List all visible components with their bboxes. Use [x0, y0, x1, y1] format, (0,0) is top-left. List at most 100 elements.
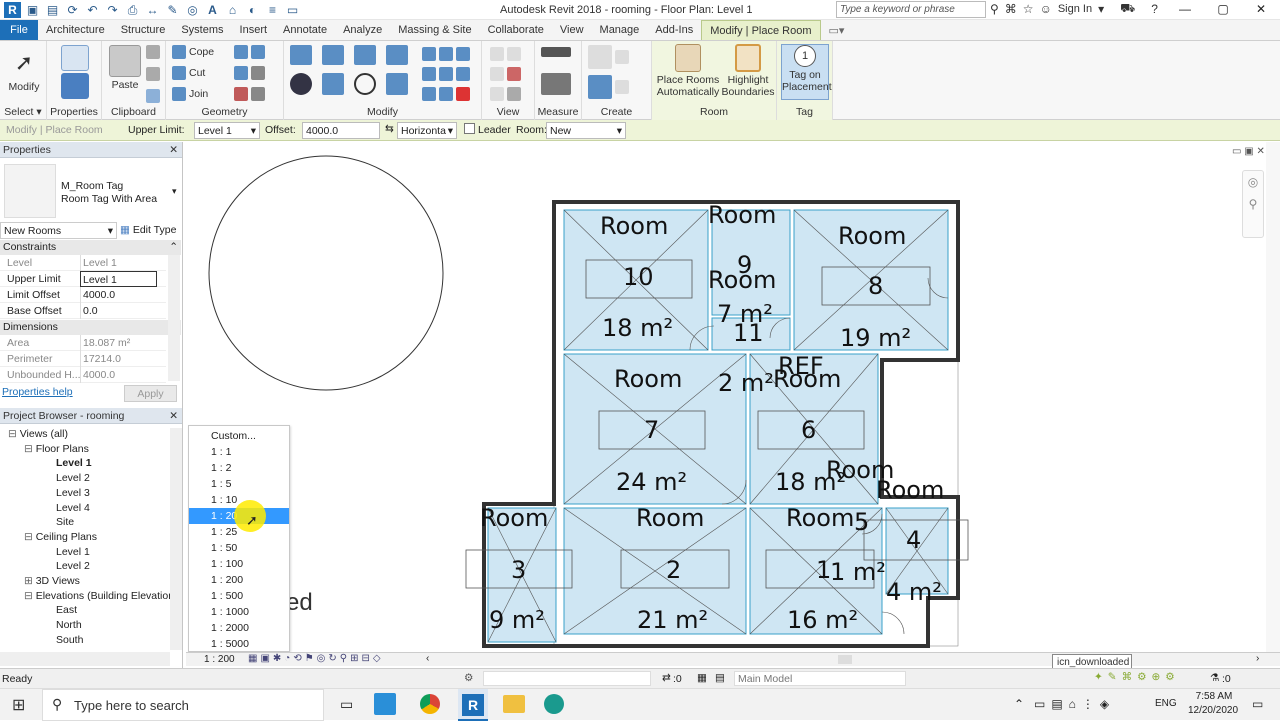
design-options-icon[interactable]: ▦ [697, 672, 707, 684]
worksets-icon[interactable]: ⚙ [464, 672, 473, 684]
view-close-icon[interactable]: ✕ [1256, 146, 1264, 157]
print-icon[interactable]: ⎙ [124, 2, 141, 18]
upper-limit-field[interactable]: Level 1 [80, 271, 157, 287]
array-icon[interactable] [422, 67, 470, 81]
tree-item[interactable]: Level 3 [56, 487, 90, 499]
star-icon[interactable]: ☆ [1023, 2, 1034, 16]
mirror-draw-icon[interactable] [386, 45, 408, 65]
tab-manage[interactable]: Manage [592, 20, 648, 40]
dimensions-group[interactable]: Dimensions⌃ [0, 320, 181, 335]
tree-item[interactable]: Level 4 [56, 502, 90, 514]
tag-on-placement-button[interactable]: 1 Tag on Placement [781, 44, 832, 100]
align-icon[interactable] [290, 45, 312, 65]
rotate-icon[interactable] [354, 73, 376, 95]
linework-icon[interactable] [490, 87, 521, 101]
tray-icons[interactable]: ▭▤⌂⋮◈ [1034, 697, 1115, 711]
maximize-icon[interactable]: ▢ [1204, 0, 1242, 18]
chrome-app-icon[interactable] [420, 694, 440, 714]
tree-item[interactable]: South [56, 634, 83, 646]
offset-input[interactable]: 4000.0 [302, 122, 380, 139]
scale-button[interactable]: 1 : 200 [204, 654, 235, 665]
upper-limit-select[interactable]: Level 1 ▾ [194, 122, 260, 139]
hide-icon[interactable] [490, 47, 521, 61]
cut-button[interactable]: Cut [172, 66, 205, 80]
place-rooms-automatically-button[interactable]: Place Rooms Automatically [656, 44, 720, 98]
thin-lines-icon[interactable]: ≡ [264, 2, 281, 18]
task-view-icon[interactable]: ▭ [340, 696, 353, 713]
open-icon[interactable]: ▣ [24, 2, 41, 18]
override-icon[interactable] [490, 67, 521, 81]
modify-button[interactable]: ➚ Modify [4, 47, 44, 93]
tray-chevron-icon[interactable]: ⌃ [1014, 697, 1024, 711]
edit-type-button[interactable]: ▦ Edit Type [120, 224, 176, 236]
scale-option[interactable]: 1 : 200 [189, 572, 289, 588]
drawing-canvas[interactable]: ed Room 10 18 m² Room 9 7 m² Room 8 19 m… [186, 142, 1280, 652]
cart-icon[interactable]: ⛟ [1120, 1, 1135, 17]
sign-in-link[interactable]: Sign In [1058, 3, 1092, 15]
mirror-pick-icon[interactable] [354, 45, 376, 65]
sync-icon[interactable]: ⟳ [64, 2, 81, 18]
orientation-select[interactable]: Horizonta ▾ [397, 122, 457, 139]
selection-filter-icons[interactable]: ✦✎⌘⚙⊕⚙ [1094, 671, 1180, 683]
browser-vertical-scrollbar[interactable] [170, 428, 182, 650]
notification-icon[interactable]: ▭ [1252, 697, 1263, 711]
geometry-tool-3[interactable] [234, 87, 265, 101]
revit-logo-icon[interactable]: R [4, 2, 21, 18]
tab-modify-place-room[interactable]: Modify | Place Room [701, 20, 821, 40]
scale-option[interactable]: 1 : 50 [189, 540, 289, 556]
copy-clipboard-icon[interactable] [146, 67, 160, 81]
file-explorer-icon[interactable] [503, 695, 525, 713]
create-parts-icon[interactable] [588, 75, 629, 99]
tree-item[interactable]: ⊟ Views (all) [8, 428, 68, 440]
windows-start-icon[interactable]: ⊞ [12, 695, 25, 715]
tree-item[interactable]: ⊞ 3D Views [24, 575, 80, 587]
minimize-icon[interactable]: — [1166, 0, 1204, 18]
tree-item[interactable]: ⊟ Floor Plans [24, 443, 89, 455]
chevron-down-icon[interactable]: ▾ [1098, 2, 1104, 16]
tree-item[interactable]: ⊟ Ceiling Plans [24, 531, 97, 543]
design-option-select[interactable]: Main Model [734, 671, 906, 686]
canvas-horizontal-scroll-thumb[interactable] [838, 655, 852, 664]
undo-icon[interactable]: ↶ [84, 2, 101, 18]
tab-systems[interactable]: Systems [173, 20, 231, 40]
taskbar-search[interactable]: Type here to search [42, 689, 324, 721]
scale-option[interactable]: 1 : 2 [189, 460, 289, 476]
tree-item[interactable]: Site [56, 516, 74, 528]
tab-view[interactable]: View [552, 20, 592, 40]
base-offset-field[interactable]: 0.0 [80, 303, 157, 319]
tab-add-ins[interactable]: Add-Ins [647, 20, 701, 40]
scroll-left-icon[interactable]: ‹ [426, 653, 429, 664]
scale-option[interactable]: 1 : 2000 [189, 620, 289, 636]
measure-icon[interactable]: ↔ [144, 2, 161, 18]
clock-time[interactable]: 7:58 AM [1190, 691, 1238, 702]
tree-item[interactable]: Level 2 [56, 472, 90, 484]
trim-icon[interactable] [386, 73, 408, 95]
dimension-icon[interactable]: ✎ [164, 2, 181, 18]
workset-select[interactable] [483, 671, 651, 686]
text-icon[interactable]: A [204, 2, 221, 18]
geometry-tool-1[interactable] [234, 45, 265, 59]
limit-offset-field[interactable]: 4000.0 [80, 287, 157, 303]
help-search-input[interactable]: Type a keyword or phrase [836, 1, 986, 18]
switch-windows-icon[interactable]: ▭ [284, 2, 301, 18]
move-icon[interactable] [290, 73, 312, 95]
canvas-vertical-scrollbar[interactable] [1266, 142, 1280, 652]
tab-collaborate[interactable]: Collaborate [480, 20, 552, 40]
select-dropdown[interactable]: Select ▾ [0, 106, 46, 118]
clock-date[interactable]: 12/20/2020 [1182, 705, 1244, 716]
view-restore-icon[interactable]: ▣ [1244, 146, 1253, 157]
dimension-tool-icon[interactable] [541, 73, 571, 95]
steering-wheel-icon[interactable]: ◎ [1243, 175, 1263, 189]
close-icon[interactable]: ✕ [169, 142, 178, 158]
tab-structure[interactable]: Structure [113, 20, 174, 40]
tree-item[interactable]: Level 1 [56, 546, 90, 558]
browser-horizontal-scrollbar[interactable] [0, 652, 170, 666]
leader-checkbox[interactable] [464, 123, 475, 134]
scale-option[interactable]: 1 : 100 [189, 556, 289, 572]
tree-item[interactable]: East [56, 604, 77, 616]
edge-app-icon[interactable] [544, 694, 564, 714]
user-icon[interactable]: ☺ [1040, 2, 1052, 16]
constraints-group[interactable]: Constraints ⌃ [0, 240, 181, 255]
redo-icon[interactable]: ↷ [104, 2, 121, 18]
active-only-icon[interactable]: ▤ [715, 672, 725, 684]
